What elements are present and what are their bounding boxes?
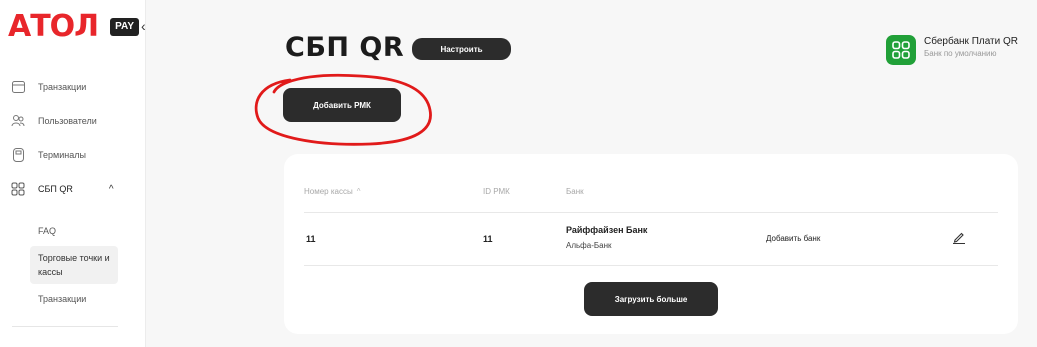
terminal-icon	[11, 148, 25, 162]
sidebar-divider	[12, 326, 118, 327]
chevron-up-icon[interactable]: ^	[109, 184, 114, 195]
sort-asc-icon[interactable]: ^	[357, 187, 361, 196]
page-title: СБП QR	[285, 32, 405, 63]
add-bank-link[interactable]: Добавить банк	[766, 234, 820, 243]
cell-register-no: 11	[306, 234, 316, 244]
column-header-label: Номер кассы	[304, 187, 353, 196]
subnav-item-outlets[interactable]: Торговые точки и кассы	[30, 246, 118, 284]
sidebar-item-label: Транзакции	[38, 82, 87, 92]
sidebar-item-label: СБП QR	[38, 184, 73, 194]
subnav-item-transactions[interactable]: Транзакции	[30, 288, 118, 310]
row-divider	[304, 265, 998, 266]
sidebar: АТОЛ PAY ‹ Транзакции Пользователи Терми…	[0, 0, 146, 347]
sidebar-item-transactions[interactable]: Транзакции	[0, 70, 146, 104]
sidebar-item-label: Терминалы	[38, 150, 86, 160]
default-bank-name: Сбербанк Плати QR	[924, 36, 1019, 47]
app-root: АТОЛ PAY ‹ Транзакции Пользователи Терми…	[0, 0, 1037, 347]
qr-icon	[11, 182, 25, 196]
cell-bank-primary: Райффайзен Банк	[566, 225, 648, 235]
column-header-bank: Банк	[566, 187, 584, 196]
setup-button[interactable]: Настроить	[412, 38, 511, 60]
add-pos-button[interactable]: Добавить РМК	[283, 88, 401, 122]
atol-logo[interactable]: АТОЛ	[8, 12, 99, 42]
sidebar-nav: Транзакции Пользователи Терминалы СБП QR	[0, 70, 146, 206]
sidebar-item-users[interactable]: Пользователи	[0, 104, 146, 138]
default-bank-text: Сбербанк Плати QR Банк по умолчанию	[924, 35, 1018, 59]
sbp-qr-subnav: FAQ Торговые точки и кассы Транзакции	[30, 220, 118, 310]
sidebar-item-terminals[interactable]: Терминалы	[0, 138, 146, 172]
pay-badge: PAY	[110, 18, 140, 36]
transactions-icon	[11, 80, 25, 94]
load-more-button[interactable]: Загрузить больше	[584, 282, 718, 316]
subnav-item-faq[interactable]: FAQ	[30, 220, 118, 242]
pos-table-card: Номер кассы ^ ID РМК Банк 11 11 Райффайзе…	[284, 154, 1018, 334]
row-divider	[304, 212, 998, 213]
sidebar-item-sbp-qr[interactable]: СБП QR ^	[0, 172, 146, 206]
column-header-pos-id: ID РМК	[483, 187, 510, 196]
cell-bank-secondary: Альфа-Банк	[566, 241, 612, 250]
pencil-icon[interactable]	[952, 230, 966, 244]
cell-pos-id: 11	[483, 234, 493, 244]
default-bank[interactable]: Сбербанк Плати QR Банк по умолчанию	[886, 35, 1018, 65]
sidebar-item-label: Пользователи	[38, 116, 97, 126]
brand-row: АТОЛ PAY	[8, 12, 140, 42]
column-header-register[interactable]: Номер кассы ^	[304, 187, 361, 196]
sber-qr-icon	[886, 35, 916, 65]
collapse-sidebar-button[interactable]: ‹	[141, 18, 146, 34]
users-icon	[11, 114, 25, 128]
default-bank-subtitle: Банк по умолчанию	[924, 49, 997, 58]
